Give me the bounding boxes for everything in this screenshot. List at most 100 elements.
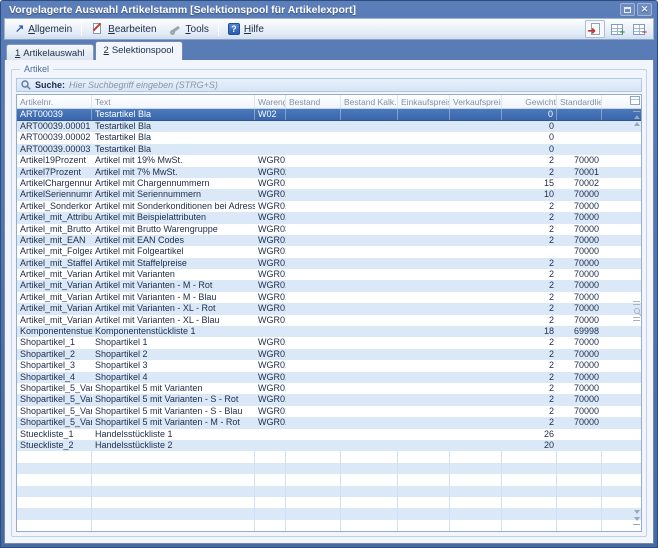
search-bar[interactable]: Suche:	[16, 78, 642, 92]
export-insert-button[interactable]: +	[607, 20, 627, 38]
cell	[557, 429, 602, 440]
table-row[interactable]: Komponentenstueckliste_1Komponentenstück…	[17, 326, 641, 337]
cell: Shopartikel_2	[17, 349, 92, 360]
cell: 0	[502, 121, 557, 132]
cell: Komponentenstückliste 1	[92, 326, 255, 337]
table-row[interactable]: Artikel7ProzentArtikel mit 7% MwSt.WGR02…	[17, 167, 641, 178]
table-row[interactable]: Artikel19ProzentArtikel mit 19% MwSt.WGR…	[17, 155, 641, 166]
cell: Shopartikel 2	[92, 349, 255, 360]
empty-row[interactable]	[17, 451, 641, 462]
table-row[interactable]: Artikel_mit_Varianten.005Artikel mit Var…	[17, 303, 641, 314]
wrench-icon	[169, 23, 182, 36]
column-header-3[interactable]: Bestand	[286, 95, 341, 108]
cell: WGR01	[255, 417, 286, 428]
cell	[398, 121, 450, 132]
table-row[interactable]: Artikel_mit_Brutto_WGRArtikel mit Brutto…	[17, 224, 641, 235]
cell: WGR01	[255, 212, 286, 223]
cell	[341, 429, 398, 440]
cell	[450, 303, 502, 314]
table-row[interactable]: Artikel_SonderkonditionenArtikel mit Son…	[17, 201, 641, 212]
cell	[450, 315, 502, 326]
empty-row[interactable]	[17, 497, 641, 508]
column-header-5[interactable]: Einkaufspreis	[398, 95, 450, 108]
search-input[interactable]	[69, 80, 637, 90]
cell: WGR01	[255, 258, 286, 269]
table-row[interactable]: Artikel_mit_StaffelpreiseArtikel mit Sta…	[17, 258, 641, 269]
cell: Shopartikel 5 mit Varianten - S - Blau	[92, 406, 255, 417]
exit-button[interactable]: ➜	[585, 20, 605, 38]
cell: 70000	[557, 155, 602, 166]
table-row[interactable]: Shopartikel_5_Varianten.2Shopartikel 5 m…	[17, 406, 641, 417]
cell	[341, 497, 398, 508]
table-row[interactable]: Stueckliste_2Handelsstückliste 220	[17, 440, 641, 451]
cell: 2	[502, 417, 557, 428]
table-row[interactable]: ArtikelSeriennummerArtikel mit Seriennum…	[17, 189, 641, 200]
table-row[interactable]: ART00039.00001Testartikel Bla0	[17, 121, 641, 132]
table-row[interactable]: Shopartikel_1Shopartikel 1WGR01270000	[17, 337, 641, 348]
cell	[341, 167, 398, 178]
empty-row[interactable]	[17, 486, 641, 497]
table-row[interactable]: Shopartikel_5_Varianten.1Shopartikel 5 m…	[17, 394, 641, 405]
table-row[interactable]: Shopartikel_5_VariantenShopartikel 5 mit…	[17, 383, 641, 394]
table-row[interactable]: Artikel_mit_AttributenArtikel mit Beispi…	[17, 212, 641, 223]
cell	[341, 326, 398, 337]
table-row[interactable]: ArtikelChargennummerArtikel mit Chargenn…	[17, 178, 641, 189]
table-row[interactable]: Artikel_mit_VariantenArtikel mit Variant…	[17, 269, 641, 280]
table-row[interactable]: Shopartikel_3Shopartikel 3WGR01270000	[17, 360, 641, 371]
empty-row[interactable]	[17, 520, 641, 531]
cell	[398, 337, 450, 348]
column-header-6[interactable]: Verkaufspreis	[450, 95, 502, 108]
table-row[interactable]: Artikel_mit_FolgeartikelArtikel mit Folg…	[17, 246, 641, 257]
menu-bearbeiten[interactable]: Bearbeiten	[85, 21, 162, 38]
cell	[450, 258, 502, 269]
close-button[interactable]: ✕	[637, 3, 652, 16]
menu-hilfe[interactable]: ? Hilfe	[222, 21, 270, 37]
empty-row[interactable]	[17, 463, 641, 474]
column-header-0[interactable]: Artikelnr.	[17, 95, 92, 108]
cell: Komponentenstueckliste_1	[17, 326, 92, 337]
cell	[557, 109, 602, 120]
cell	[557, 440, 602, 451]
restore-button[interactable]	[620, 3, 635, 16]
tab-artikelauswahl[interactable]: 1Artikelauswahl	[6, 44, 94, 60]
cell	[286, 144, 341, 155]
column-header-4[interactable]: Bestand Kalk.	[341, 95, 398, 108]
cell: 70000	[557, 224, 602, 235]
cell	[286, 246, 341, 257]
export-remove-button[interactable]: −	[629, 20, 649, 38]
cell	[450, 246, 502, 257]
cell: WGR01	[255, 189, 286, 200]
table-row[interactable]: Stueckliste_1Handelsstückliste 126	[17, 429, 641, 440]
column-header-1[interactable]: Text	[92, 95, 255, 108]
table-row[interactable]: Artikel_mit_EANArtikel mit EAN CodesWGR0…	[17, 235, 641, 246]
cell: 2	[502, 224, 557, 235]
cell: Shopartikel_1	[17, 337, 92, 348]
cell	[398, 246, 450, 257]
table-row[interactable]: Artikel_mit_Varianten.003Artikel mit Var…	[17, 280, 641, 291]
menu-tools-label: Tools	[186, 24, 209, 35]
column-header-7[interactable]: Gewicht	[502, 95, 557, 108]
cell	[450, 497, 502, 508]
cell	[398, 360, 450, 371]
empty-row[interactable]	[17, 474, 641, 485]
table-row[interactable]: ART00039.00002Testartikel Bla0	[17, 132, 641, 143]
empty-row[interactable]	[17, 508, 641, 519]
column-chooser-icon[interactable]	[630, 96, 640, 105]
cell	[450, 224, 502, 235]
table-row[interactable]: Artikel_mit_Varianten.004Artikel mit Var…	[17, 292, 641, 303]
cell	[450, 406, 502, 417]
table-row[interactable]: Shopartikel_5_Varianten.3Shopartikel 5 m…	[17, 417, 641, 428]
cell: 18	[502, 326, 557, 337]
menu-tools[interactable]: Tools	[163, 21, 215, 38]
cell	[398, 315, 450, 326]
table-row[interactable]: ART00039Testartikel BlaW020	[17, 109, 641, 121]
table-row[interactable]: Shopartikel_4Shopartikel 4WGR01270000	[17, 372, 641, 383]
column-header-2[interactable]: Wareng	[255, 95, 286, 108]
table-row[interactable]: Artikel_mit_Varianten.006Artikel mit Var…	[17, 315, 641, 326]
cell	[286, 269, 341, 280]
menu-allgemein[interactable]: ↗ Allgemein	[9, 22, 78, 37]
table-row[interactable]: Shopartikel_2Shopartikel 2WGR01270000	[17, 349, 641, 360]
tab-selektionspool[interactable]: 2Selektionspool	[95, 41, 183, 60]
column-header-8[interactable]: Standardlief	[557, 95, 602, 108]
table-row[interactable]: ART00039.00003Testartikel Bla0	[17, 144, 641, 155]
